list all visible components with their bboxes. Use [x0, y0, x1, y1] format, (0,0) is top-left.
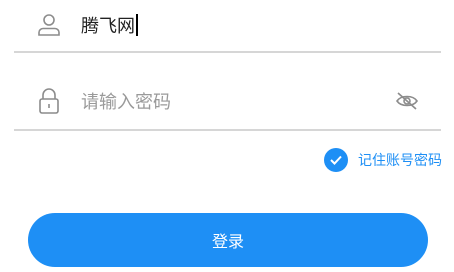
- password-input[interactable]: 请输入密码: [81, 88, 171, 114]
- text-cursor: [136, 14, 138, 36]
- lock-icon: [35, 87, 63, 115]
- username-divider: [14, 51, 441, 53]
- username-input[interactable]: 腾飞网: [81, 12, 135, 38]
- user-icon: [35, 11, 63, 39]
- login-button[interactable]: 登录: [28, 213, 428, 267]
- checkmark-icon[interactable]: [324, 148, 348, 172]
- password-divider: [14, 129, 441, 131]
- remember-password-label: 记住账号密码: [358, 153, 442, 169]
- password-field[interactable]: 请输入密码: [14, 74, 441, 128]
- remember-password-toggle[interactable]: 记住账号密码: [324, 148, 442, 172]
- login-form: 腾飞网 请输入密码 记住账号密码 登录: [0, 0, 454, 272]
- eye-off-icon[interactable]: [393, 87, 421, 115]
- username-field[interactable]: 腾飞网: [14, 0, 441, 50]
